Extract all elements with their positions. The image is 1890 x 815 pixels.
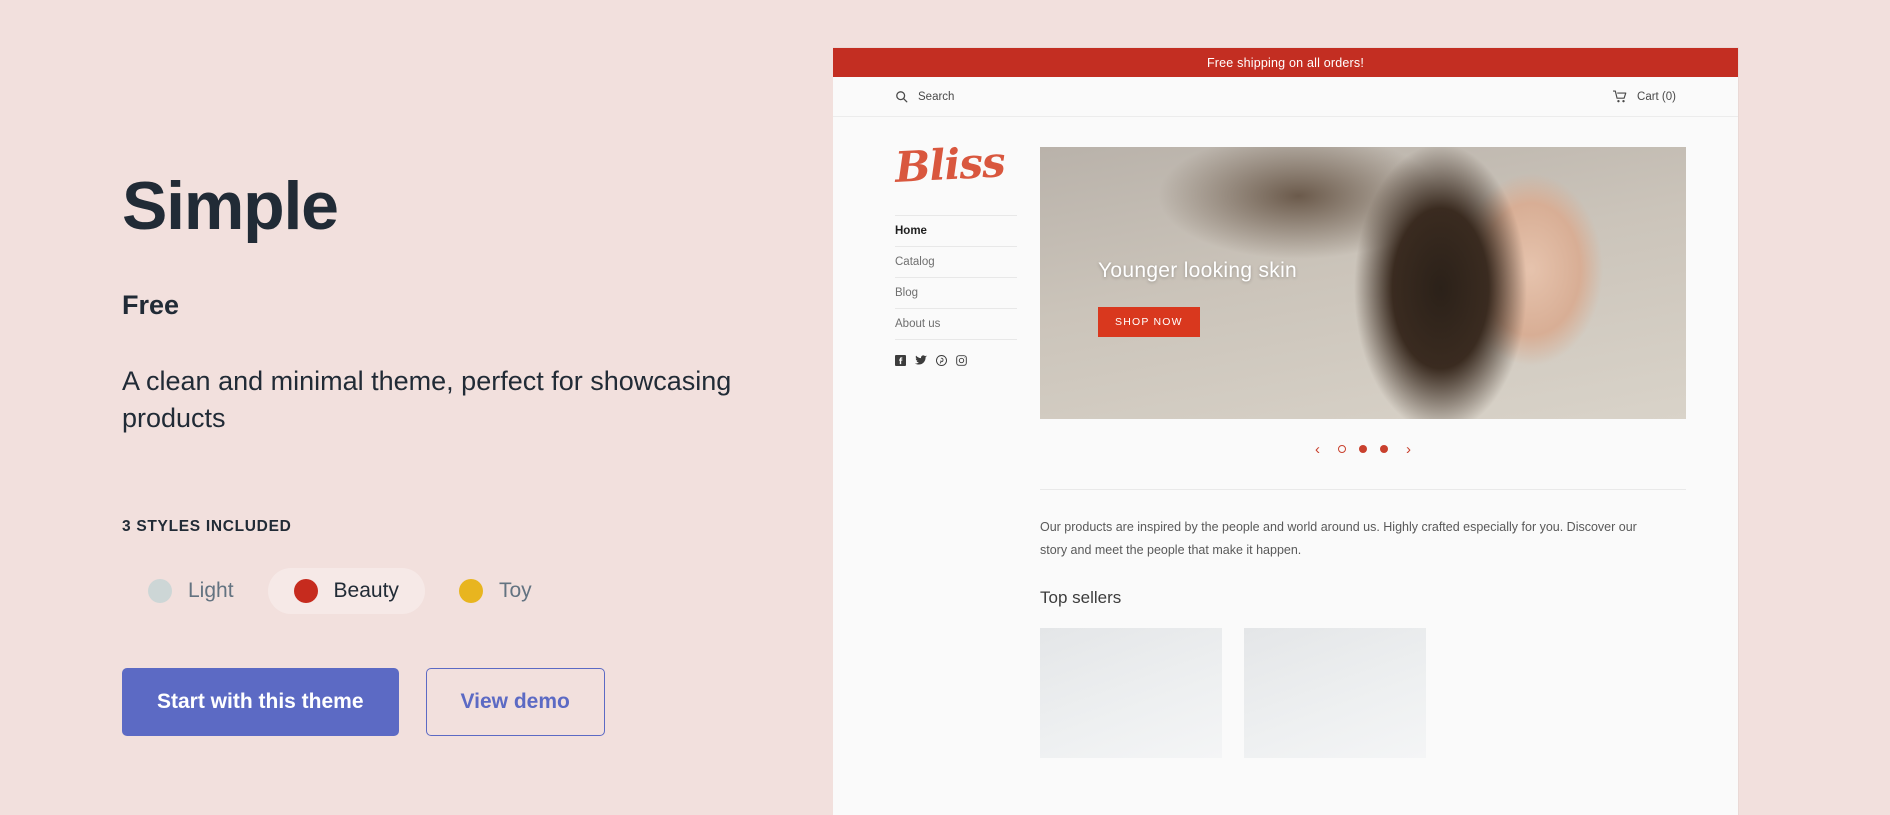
product-card[interactable] <box>1040 628 1222 759</box>
style-label-toy: Toy <box>498 579 532 602</box>
search-placeholder-text: Search <box>918 90 955 103</box>
style-option-toy[interactable]: Toy <box>433 568 558 614</box>
store-logo[interactable]: Bliss <box>894 137 1019 192</box>
cart-label: Cart (0) <box>1637 90 1676 103</box>
store-sidebar: Bliss Home Catalog Blog About us <box>833 117 1018 758</box>
carousel-prev-icon[interactable]: ‹ <box>1310 442 1325 457</box>
theme-details-panel: Simple Free A clean and minimal theme, p… <box>0 0 833 815</box>
facebook-icon[interactable] <box>895 355 906 366</box>
store-content: Bliss Home Catalog Blog About us Younger… <box>833 117 1738 759</box>
style-label-beauty: Beauty <box>333 579 399 602</box>
promo-banner: Free shipping on all orders! <box>833 48 1738 77</box>
carousel-controls: ‹ › <box>1040 419 1686 463</box>
style-swatch-toy <box>458 579 483 603</box>
carousel-next-icon[interactable]: › <box>1401 442 1416 457</box>
hero-slideshow[interactable]: Younger looking skin SHOP NOW <box>1040 147 1686 419</box>
cart-icon <box>1613 90 1627 103</box>
hero-title: Younger looking skin <box>1098 259 1298 282</box>
style-label-light: Light <box>188 579 234 602</box>
start-with-theme-button[interactable]: Start with this theme <box>122 668 399 736</box>
theme-preview-area: Free shipping on all orders! Search Cart… <box>833 0 1890 815</box>
social-links <box>895 355 1018 366</box>
product-card[interactable] <box>1244 628 1426 759</box>
store-utility-bar: Search Cart (0) <box>833 77 1738 117</box>
hero-image <box>1040 147 1686 419</box>
store-intro-paragraph: Our products are inspired by the people … <box>1040 520 1637 558</box>
shop-now-button[interactable]: SHOP NOW <box>1098 307 1200 337</box>
carousel-dot-2[interactable] <box>1359 445 1367 453</box>
desktop-preview[interactable]: Free shipping on all orders! Search Cart… <box>833 48 1738 815</box>
carousel-dot-3[interactable] <box>1380 445 1388 453</box>
style-option-light[interactable]: Light <box>122 568 260 614</box>
nav-item-about-us[interactable]: About us <box>895 308 1017 340</box>
product-grid <box>1040 608 1686 759</box>
style-swatch-beauty <box>293 579 318 603</box>
style-selector: Light Beauty Toy <box>122 568 558 614</box>
search-icon <box>895 90 908 103</box>
theme-description: A clean and minimal theme, perfect for s… <box>122 366 732 433</box>
nav-item-catalog[interactable]: Catalog <box>895 246 1017 277</box>
nav-item-blog[interactable]: Blog <box>895 277 1017 308</box>
store-main: Younger looking skin SHOP NOW ‹ › Our pr… <box>1018 117 1738 759</box>
style-swatch-light <box>148 579 172 603</box>
search-control[interactable]: Search <box>895 90 954 103</box>
pinterest-icon[interactable] <box>936 355 947 366</box>
twitter-icon[interactable] <box>915 355 927 366</box>
theme-price: Free <box>122 290 180 320</box>
carousel-dot-1[interactable] <box>1338 445 1346 453</box>
view-demo-button[interactable]: View demo <box>425 668 605 736</box>
cart-control[interactable]: Cart (0) <box>1613 90 1676 103</box>
action-buttons: Start with this theme View demo <box>122 668 605 736</box>
styles-included-label: 3 STYLES INCLUDED <box>122 518 292 535</box>
instagram-icon[interactable] <box>956 355 967 366</box>
store-nav: Home Catalog Blog About us <box>895 215 1017 340</box>
page-title: Simple <box>122 168 339 244</box>
top-sellers-heading: Top sellers <box>1040 588 1122 608</box>
style-option-beauty[interactable]: Beauty <box>267 568 425 614</box>
nav-item-home[interactable]: Home <box>895 215 1017 246</box>
